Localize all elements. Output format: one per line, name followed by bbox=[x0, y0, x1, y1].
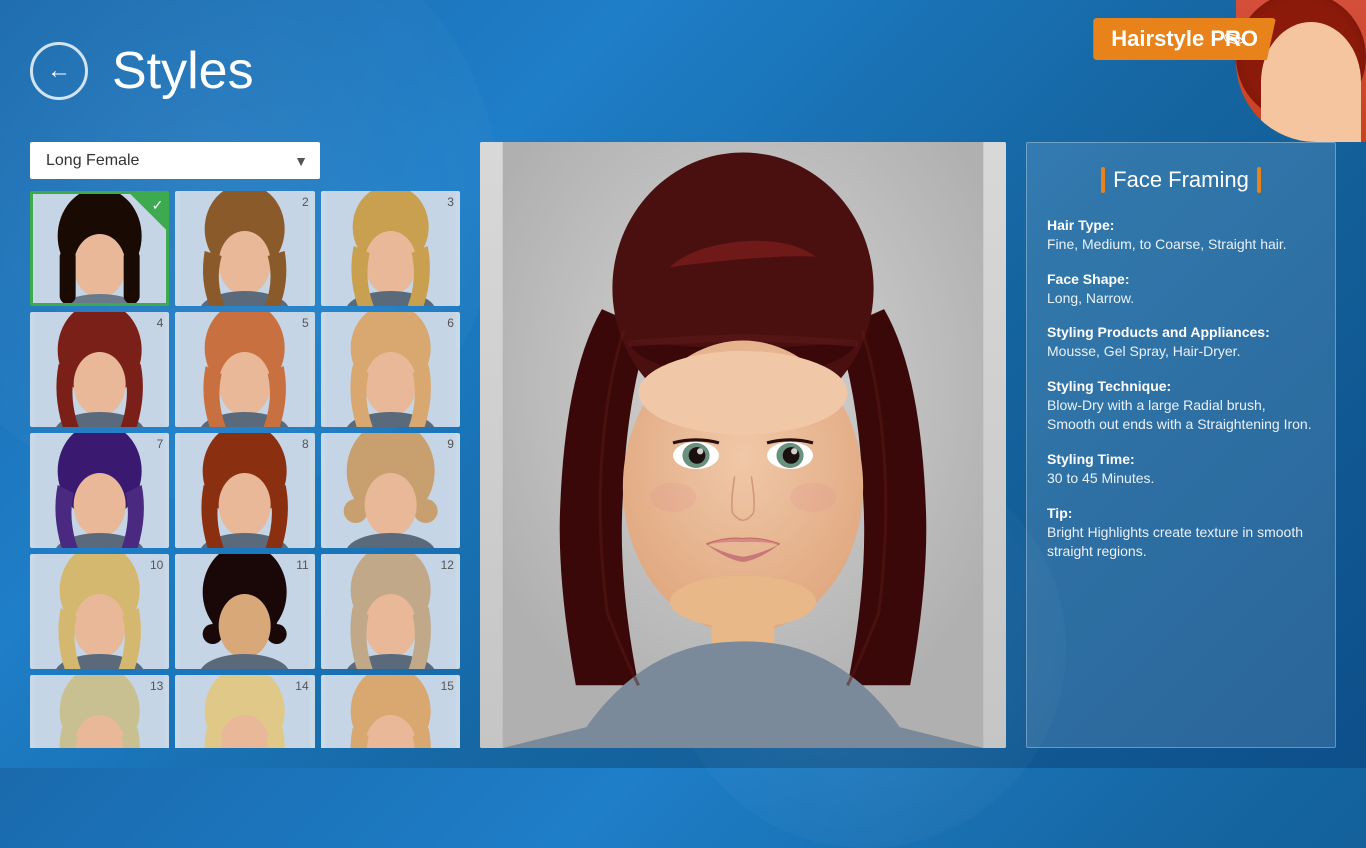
info-section-styling-products: Styling Products and Appliances: Mousse,… bbox=[1047, 324, 1315, 362]
style-number-13: 13 bbox=[150, 679, 163, 693]
style-item-6[interactable]: 6 bbox=[321, 312, 460, 427]
style-number-10: 10 bbox=[150, 558, 163, 572]
style-number-14: 14 bbox=[295, 679, 308, 693]
right-panel: Face Framing Hair Type: Fine, Medium, to… bbox=[1026, 142, 1336, 748]
style-thumbnail-13 bbox=[30, 675, 169, 748]
style-item-5[interactable]: 5 bbox=[175, 312, 314, 427]
info-title-text: Face Framing bbox=[1113, 167, 1249, 193]
style-thumbnail-3 bbox=[321, 191, 460, 306]
style-thumbnail-4 bbox=[30, 312, 169, 427]
style-thumbnail-11 bbox=[175, 554, 314, 669]
style-number-8: 8 bbox=[302, 437, 309, 451]
styling-products-label: Styling Products and Appliances: bbox=[1047, 324, 1315, 340]
style-thumbnail-12 bbox=[321, 554, 460, 669]
style-number-2: 2 bbox=[302, 195, 309, 209]
style-item-7[interactable]: 7 bbox=[30, 433, 169, 548]
style-number-4: 4 bbox=[157, 316, 164, 330]
style-item-15[interactable]: 15 bbox=[321, 675, 460, 748]
style-item-13[interactable]: 13 bbox=[30, 675, 169, 748]
style-item-4[interactable]: 4 bbox=[30, 312, 169, 427]
styling-technique-value: Blow-Dry with a large Radial brush, Smoo… bbox=[1047, 397, 1312, 433]
center-panel bbox=[480, 142, 1006, 748]
title-bar-right bbox=[1257, 167, 1261, 193]
style-thumbnail-14 bbox=[175, 675, 314, 748]
style-number-11: 11 bbox=[296, 558, 308, 572]
style-number-5: 5 bbox=[302, 316, 309, 330]
style-thumbnail-8 bbox=[175, 433, 314, 548]
style-thumbnail-9 bbox=[321, 433, 460, 548]
style-number-15: 15 bbox=[441, 679, 454, 693]
style-grid: ✓ bbox=[30, 191, 460, 748]
style-item-14[interactable]: 14 bbox=[175, 675, 314, 748]
styling-technique-label: Styling Technique: bbox=[1047, 378, 1315, 394]
style-thumbnail-10 bbox=[30, 554, 169, 669]
info-section-styling-technique: Styling Technique: Blow-Dry with a large… bbox=[1047, 378, 1315, 435]
style-thumbnail-2 bbox=[175, 191, 314, 306]
info-section-hair-type: Hair Type: Fine, Medium, to Coarse, Stra… bbox=[1047, 217, 1315, 255]
brand-logo: Hairstyle PRO ✎ bbox=[1056, 0, 1366, 142]
style-number-3: 3 bbox=[447, 195, 454, 209]
face-shape-value: Long, Narrow. bbox=[1047, 290, 1134, 306]
hair-type-value: Fine, Medium, to Coarse, Straight hair. bbox=[1047, 236, 1287, 252]
style-number-12: 12 bbox=[441, 558, 454, 572]
main-content: Long Female Short Female Medium Female L… bbox=[0, 142, 1366, 768]
tip-label: Tip: bbox=[1047, 505, 1315, 521]
styling-products-value: Mousse, Gel Spray, Hair-Dryer. bbox=[1047, 343, 1240, 359]
main-image-container bbox=[480, 142, 1006, 748]
style-number-7: 7 bbox=[157, 437, 164, 451]
tip-value: Bright Highlights create texture in smoo… bbox=[1047, 524, 1303, 560]
style-thumbnail-6 bbox=[321, 312, 460, 427]
style-item-3[interactable]: 3 bbox=[321, 191, 460, 306]
style-item-9[interactable]: 9 bbox=[321, 433, 460, 548]
info-title: Face Framing bbox=[1047, 167, 1315, 193]
style-category-dropdown[interactable]: Long Female Short Female Medium Female L… bbox=[30, 142, 320, 179]
style-item-11[interactable]: 11 bbox=[175, 554, 314, 669]
back-icon: ← bbox=[47, 57, 71, 85]
face-shape-label: Face Shape: bbox=[1047, 271, 1315, 287]
style-item-2[interactable]: 2 bbox=[175, 191, 314, 306]
style-item-1[interactable]: ✓ bbox=[30, 191, 169, 306]
header: ← Styles Hairstyle PRO ✎ bbox=[0, 0, 1366, 142]
styling-time-value: 30 to 45 Minutes. bbox=[1047, 470, 1154, 486]
left-panel: Long Female Short Female Medium Female L… bbox=[30, 142, 460, 748]
style-thumbnail-1 bbox=[33, 194, 166, 303]
style-thumbnail-15 bbox=[321, 675, 460, 748]
style-item-10[interactable]: 10 bbox=[30, 554, 169, 669]
back-button[interactable]: ← bbox=[30, 42, 88, 100]
style-item-8[interactable]: 8 bbox=[175, 433, 314, 548]
style-thumbnail-5 bbox=[175, 312, 314, 427]
style-item-12[interactable]: 12 bbox=[321, 554, 460, 669]
info-section-styling-time: Styling Time: 30 to 45 Minutes. bbox=[1047, 451, 1315, 489]
title-bar-left bbox=[1101, 167, 1105, 193]
info-section-tip: Tip: Bright Highlights create texture in… bbox=[1047, 505, 1315, 562]
styling-time-label: Styling Time: bbox=[1047, 451, 1315, 467]
hair-type-label: Hair Type: bbox=[1047, 217, 1315, 233]
main-face-display bbox=[480, 142, 1006, 748]
brand-banner: Hairstyle PRO bbox=[1093, 18, 1276, 60]
page-title: Styles bbox=[112, 41, 254, 101]
style-number-6: 6 bbox=[447, 316, 454, 330]
info-section-face-shape: Face Shape: Long, Narrow. bbox=[1047, 271, 1315, 309]
style-number-9: 9 bbox=[447, 437, 454, 451]
style-thumbnail-7 bbox=[30, 433, 169, 548]
dropdown-wrapper: Long Female Short Female Medium Female L… bbox=[30, 142, 320, 179]
